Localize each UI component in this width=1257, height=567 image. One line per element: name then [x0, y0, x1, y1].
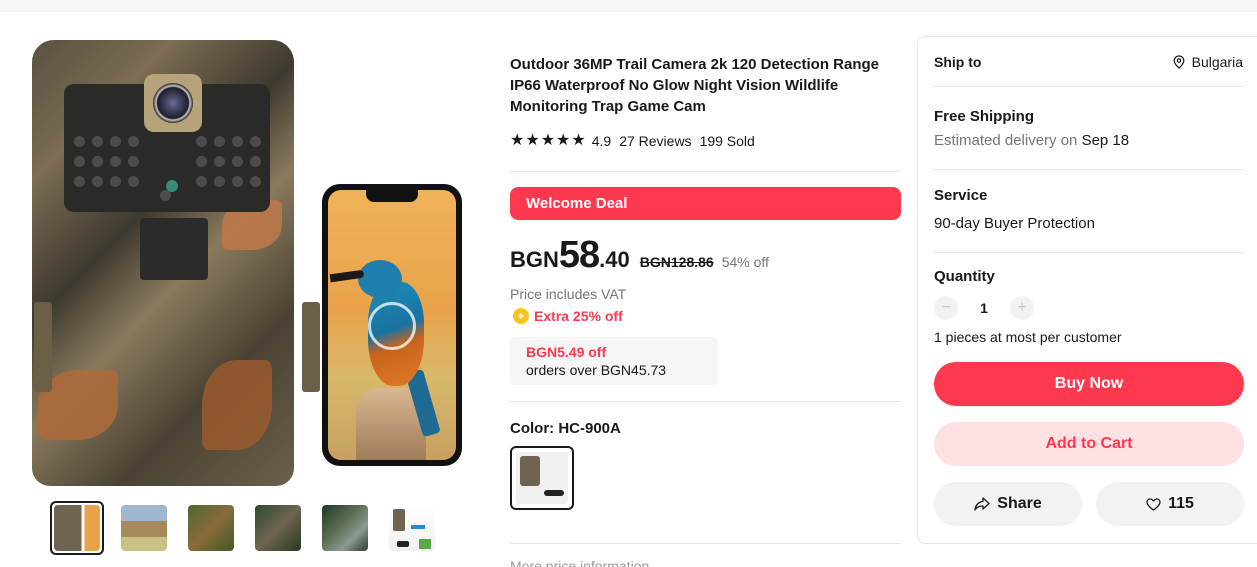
sold-count: 199 Sold [699, 133, 755, 149]
delivery-estimate: Estimated delivery on Sep 18 [934, 132, 1129, 149]
more-price-info-link[interactable]: More price information [510, 558, 649, 567]
shipping-title: Free Shipping [934, 108, 1035, 125]
divider [510, 171, 901, 172]
share-button[interactable]: Share [934, 482, 1082, 526]
main-product-image[interactable] [14, 38, 476, 486]
divider [934, 169, 1244, 170]
location-pin-icon [1173, 55, 1185, 69]
top-bar [0, 0, 1257, 12]
star-icon: ★ [510, 132, 525, 149]
buy-now-button[interactable]: Buy Now [934, 362, 1244, 406]
rating-value: 4.9 [591, 133, 612, 149]
price-row: BGN 58 .40 BGN128.86 54% off [510, 234, 769, 277]
add-to-cart-button[interactable]: Add to Cart [934, 422, 1244, 466]
camera-latch [34, 302, 52, 392]
ship-to-country: Bulgaria [1191, 54, 1243, 70]
quantity-title: Quantity [934, 268, 995, 285]
quantity-stepper: − 1 + [934, 296, 1034, 320]
ship-to-selector[interactable]: Bulgaria [1173, 54, 1243, 70]
quantity-increase-button[interactable]: + [1010, 296, 1034, 320]
quantity-limit-note: 1 pieces at most per customer [934, 329, 1122, 345]
service-text[interactable]: 90-day Buyer Protection [934, 215, 1095, 232]
divider [510, 401, 901, 402]
camo-leaf [202, 360, 272, 450]
kingfisher-head [358, 260, 402, 298]
extra-discount-label: Extra 25% off [534, 308, 623, 324]
coin-icon: ✦ [513, 308, 529, 324]
rating-stars: ★ ★ ★ ★ ★ [510, 133, 586, 149]
pir-sensor-window [140, 218, 208, 280]
heart-icon [1146, 497, 1161, 511]
ship-to-label: Ship to [934, 54, 982, 70]
delivery-prefix: Estimated delivery on [934, 132, 1082, 149]
camera-led [166, 180, 178, 192]
price-decimal: .40 [599, 247, 630, 272]
phone-illustration [322, 184, 462, 466]
discount-percent: 54% off [721, 254, 769, 270]
thumbnail-strip [50, 501, 439, 555]
price-integer: 58 [558, 234, 600, 276]
share-icon [974, 497, 990, 511]
wishlist-count: 115 [1168, 495, 1194, 512]
thumbnail-1[interactable] [50, 501, 104, 555]
video-play-icon[interactable] [368, 302, 416, 350]
star-icon: ★ [556, 132, 571, 149]
price-currency: BGN [510, 247, 559, 272]
star-icon: ★ [525, 132, 540, 149]
camera-latch [302, 302, 320, 392]
color-swatch-hc900a[interactable] [510, 446, 574, 510]
camera-lens [144, 74, 202, 132]
divider [934, 252, 1244, 253]
original-price: BGN128.86 [639, 254, 714, 270]
divider [510, 543, 901, 544]
vat-note: Price includes VAT [510, 286, 627, 302]
star-icon: ★ [571, 132, 586, 149]
delivery-date: Sep 18 [1081, 132, 1130, 149]
extra-discount: ✦ Extra 25% off [513, 308, 623, 324]
coupon-amount: BGN5.49 off [526, 344, 607, 360]
rating-row: ★ ★ ★ ★ ★ 4.9 27 Reviews 199 Sold [510, 133, 755, 150]
welcome-deal-banner: Welcome Deal [510, 187, 901, 220]
quantity-value[interactable]: 1 [958, 300, 1010, 316]
divider [934, 86, 1244, 87]
service-title: Service [934, 187, 988, 204]
thumbnail-6[interactable] [385, 501, 439, 555]
reviews-link[interactable]: 27 Reviews [619, 133, 691, 149]
thumbnail-3[interactable] [184, 501, 238, 555]
quantity-decrease-button[interactable]: − [934, 296, 958, 320]
thumbnail-5[interactable] [318, 501, 372, 555]
thumbnail-2[interactable] [117, 501, 171, 555]
thumbnail-4[interactable] [251, 501, 305, 555]
phone-screen [328, 190, 456, 460]
star-icon: ★ [540, 132, 556, 149]
share-label: Share [997, 495, 1042, 512]
trail-camera-illustration [32, 40, 320, 486]
phone-notch [366, 190, 418, 202]
coupon-box[interactable]: BGN5.49 off orders over BGN45.73 [510, 337, 718, 385]
color-label: Color: HC-900A [510, 420, 621, 437]
product-title: Outdoor 36MP Trail Camera 2k 120 Detecti… [510, 56, 880, 115]
wishlist-button[interactable]: 115 [1096, 482, 1244, 526]
coupon-condition: orders over BGN45.73 [526, 362, 667, 378]
